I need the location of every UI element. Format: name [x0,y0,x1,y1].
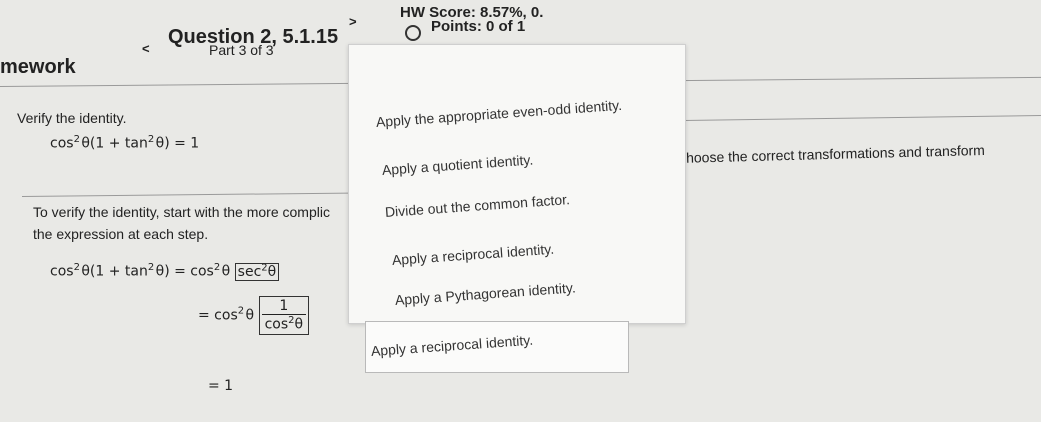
steps-intro-line1: To verify the identity, start with the m… [33,204,330,220]
step2-denominator: cos2θ [262,315,307,333]
section-divider [21,192,348,197]
points-label: Points: 0 of 1 [431,18,526,35]
step1-sec-theta: θ [267,263,277,280]
step1-exp-2: 2 [147,262,155,273]
right-divider [683,115,1041,121]
step1-mid: θ(1 + tan [81,263,148,280]
step2-den-theta: θ [294,316,304,333]
step1-eq: θ) = cos [155,263,214,280]
step1-sec: sec [237,263,262,280]
step2-answer-box[interactable]: 1 cos2θ [258,296,310,335]
identity-cos: cos [50,135,74,152]
choose-instruction: Choose the correct transformations and t… [675,141,986,166]
step1-exp-1: 2 [73,262,80,273]
points-circle-icon [405,25,421,41]
step2-fraction: 1 cos2θ [261,298,307,333]
previous-question-icon[interactable]: < [142,41,150,56]
identity-equation: cos2 θ(1 + tan2 θ) = 1 [50,134,199,152]
identity-end: θ) = 1 [155,135,200,152]
transformation-dropdown-menu [348,44,686,324]
identity-exp-2: 2 [147,134,155,145]
step1-theta: θ [221,263,231,280]
step1-answer-box[interactable]: sec2θ [234,262,280,281]
identity-exp-1: 2 [73,134,80,145]
identity-mid: θ(1 + tan [81,135,148,152]
part-indicator: Part 3 of 3 [209,42,274,58]
step2-cos: = cos [198,307,238,324]
step2-numerator: 1 [261,298,307,315]
step2-exp-1: 2 [237,305,245,317]
step1-equation: cos2 θ(1 + tan2 θ) = cos2 θ sec2θ [50,262,280,281]
course-title-fragment: mework [0,56,76,78]
step3-equation: = 1 [208,378,234,394]
step2-den-cos: cos [264,316,289,333]
next-question-icon[interactable]: > [349,14,357,29]
step2-theta: θ [245,307,255,324]
step1-exp-3: 2 [213,262,221,273]
steps-intro-line2: the expression at each step. [33,226,209,242]
instruction-text: Verify the identity. [17,110,127,126]
step1-cos: cos [50,263,74,280]
step2-equation: = cos2 θ 1 cos2θ [198,296,310,335]
